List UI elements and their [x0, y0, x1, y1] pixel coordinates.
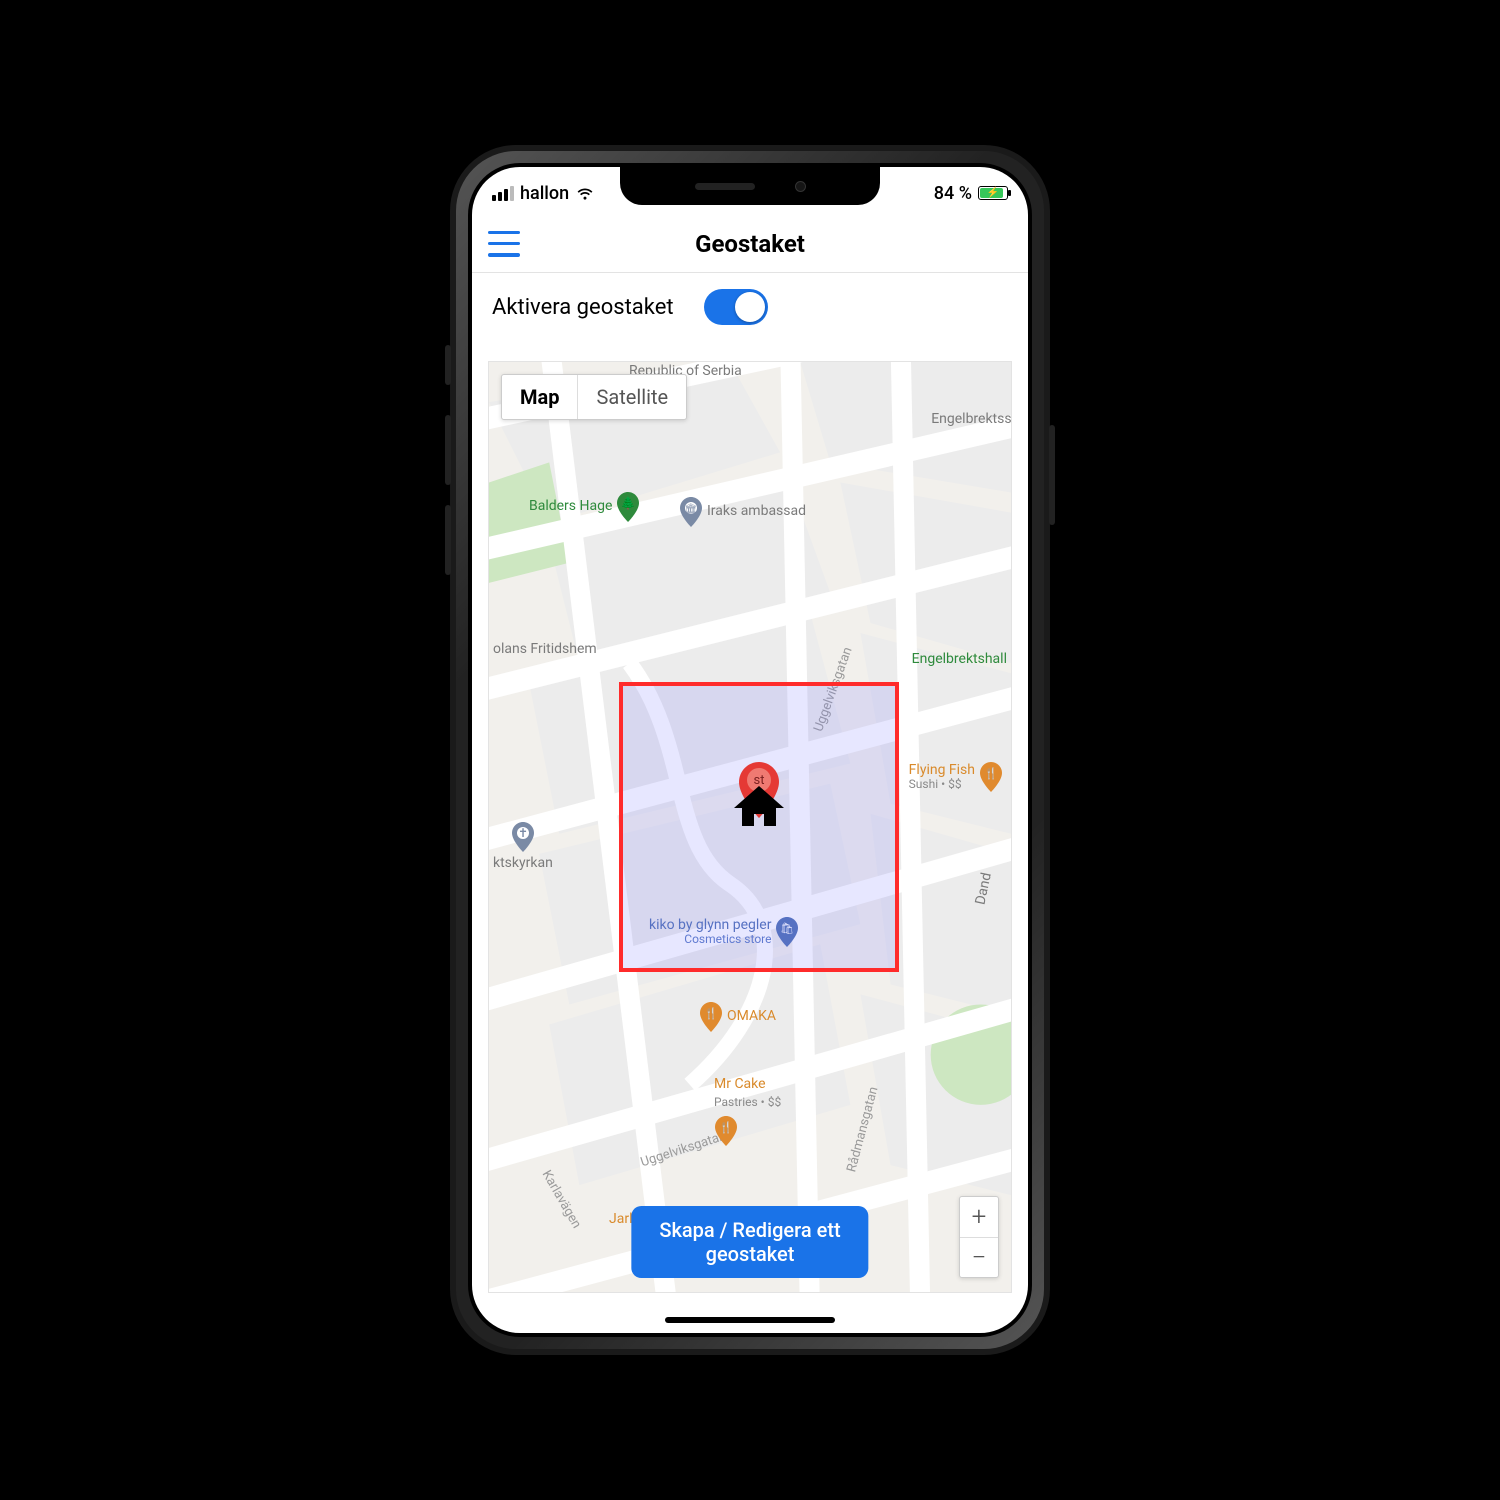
volume-down-button: [445, 505, 451, 575]
svg-text:✝: ✝: [518, 826, 528, 840]
poi-iraks-ambassad[interactable]: 🏛 Iraks ambassad: [679, 497, 806, 527]
battery-percent: 84 %: [934, 183, 972, 204]
zoom-out-button[interactable]: −: [960, 1237, 998, 1277]
create-edit-geofence-button[interactable]: Skapa / Redigera ett geostaket: [631, 1206, 868, 1278]
activate-label: Aktivera geostaket: [492, 295, 674, 320]
battery-icon: ⚡: [978, 186, 1008, 200]
map-fragment: Engelbrektssl: [931, 412, 1012, 427]
poi-engelbrektshall[interactable]: Engelbrektshall: [912, 652, 1007, 667]
side-button: [445, 345, 451, 385]
activate-row: Aktivera geostaket: [472, 273, 1028, 333]
svg-text:🌲: 🌲: [621, 496, 636, 510]
poi-flying-fish[interactable]: Flying Fish Sushi • $$ 🍴: [909, 762, 1003, 792]
zoom-in-button[interactable]: +: [960, 1197, 998, 1237]
home-indicator: [665, 1317, 835, 1323]
map-container[interactable]: Uggelviksgatan Uggelviksgatan Rådmansgat…: [488, 361, 1012, 1293]
activate-toggle[interactable]: [704, 289, 768, 325]
menu-button[interactable]: [488, 231, 520, 257]
svg-text:🏛: 🏛: [685, 503, 698, 515]
phone-frame: hallon 84 % ⚡: [450, 145, 1050, 1355]
svg-text:🍴: 🍴: [984, 767, 998, 780]
map-type-map[interactable]: Map: [502, 375, 577, 419]
poi-ktskyrkan[interactable]: ✝ ktskyrkan: [493, 822, 553, 871]
nav-bar: Geostaket: [472, 215, 1028, 273]
svg-text:🍴: 🍴: [719, 1121, 733, 1134]
zoom-control: + −: [959, 1196, 999, 1278]
poi-olans-fritidshem[interactable]: olans Fritidshem: [493, 642, 597, 657]
wifi-icon: [575, 183, 595, 203]
poi-omaka[interactable]: 🍴 OMAKA: [699, 1002, 776, 1032]
svg-text:🍴: 🍴: [704, 1007, 718, 1020]
map-type-satellite[interactable]: Satellite: [577, 375, 686, 419]
signal-icon: [492, 186, 514, 201]
page-title: Geostaket: [695, 230, 805, 258]
poi-mr-cake[interactable]: Mr Cake Pastries • $$ 🍴: [714, 1077, 781, 1146]
carrier-label: hallon: [520, 183, 569, 204]
notch: [620, 167, 880, 205]
house-icon: [732, 784, 786, 828]
power-button: [1049, 425, 1055, 525]
map-type-switch: Map Satellite: [501, 374, 687, 420]
poi-balders-hage[interactable]: Balders Hage 🌲: [529, 492, 640, 522]
volume-up-button: [445, 415, 451, 485]
home-marker[interactable]: st: [739, 762, 779, 822]
